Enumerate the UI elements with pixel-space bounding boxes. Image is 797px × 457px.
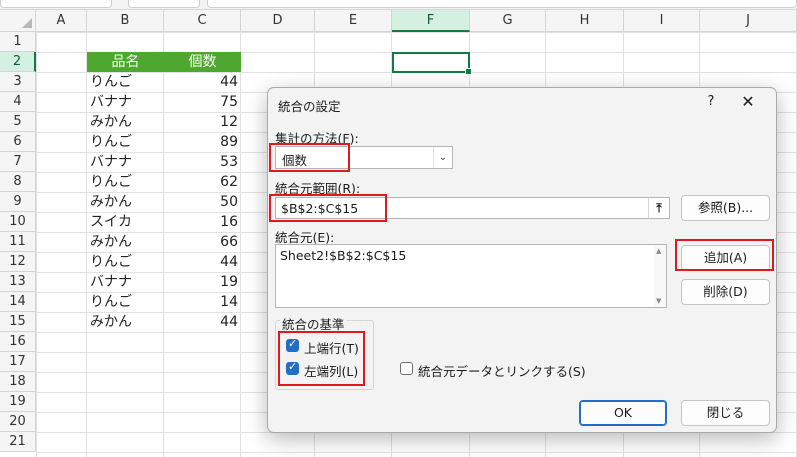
table-cell-count[interactable]: 19	[164, 272, 241, 292]
row-header-21[interactable]: 21	[0, 432, 36, 452]
row-header-7[interactable]: 7	[0, 152, 36, 172]
delete-button[interactable]: 削除(D)	[681, 279, 770, 305]
create-links-label[interactable]: 統合元データとリンクする(S)	[418, 361, 586, 380]
table-cell-count[interactable]: 16	[164, 212, 241, 232]
column-header-a[interactable]: A	[36, 10, 87, 32]
close-button[interactable]: 閉じる	[681, 400, 770, 426]
column-header-b[interactable]: B	[87, 10, 164, 32]
column-header-h[interactable]: H	[546, 10, 624, 32]
table-cell-count[interactable]: 75	[164, 92, 241, 112]
consolidate-dialog: 統合の設定 ? ✕ 集計の方法(F): 個数 ⌄ 統合元範囲(R): $B$2:…	[267, 87, 777, 433]
column-header-j[interactable]: J	[700, 10, 797, 32]
column-header-c[interactable]: C	[164, 10, 241, 32]
column-header-g[interactable]: G	[470, 10, 546, 32]
row-header-8[interactable]: 8	[0, 172, 36, 192]
row-header-4[interactable]: 4	[0, 92, 36, 112]
table-cell-name[interactable]: りんご	[87, 252, 164, 272]
column-header-d[interactable]: D	[241, 10, 315, 32]
table-cell-name[interactable]: みかん	[87, 232, 164, 252]
row-header-18[interactable]: 18	[0, 372, 36, 392]
table-cell-count[interactable]: 14	[164, 292, 241, 312]
row-header-1[interactable]: 1	[0, 32, 36, 52]
table-header-count[interactable]: 個数	[164, 52, 241, 72]
table-cell-count[interactable]: 62	[164, 172, 241, 192]
formula-input[interactable]	[207, 0, 797, 8]
table-cell-count[interactable]: 44	[164, 312, 241, 332]
column-header-i[interactable]: I	[624, 10, 700, 32]
column-header-f[interactable]: F	[392, 10, 470, 32]
row-header-13[interactable]: 13	[0, 272, 36, 292]
table-cell-count[interactable]: 66	[164, 232, 241, 252]
formula-bar-strip	[0, 0, 797, 10]
table-cell-count[interactable]: 89	[164, 132, 241, 152]
help-button[interactable]: ?	[702, 94, 720, 112]
row-header-19[interactable]: 19	[0, 392, 36, 412]
scroll-down-icon[interactable]: ▼	[656, 297, 661, 305]
list-item[interactable]: Sheet2!$B$2:$C$15	[280, 248, 406, 263]
row-header-9[interactable]: 9	[0, 192, 36, 212]
row-header-6[interactable]: 6	[0, 132, 36, 152]
row-header-2[interactable]: 2	[0, 52, 36, 72]
table-cell-count[interactable]: 12	[164, 112, 241, 132]
table-cell-name[interactable]: バナナ	[87, 152, 164, 172]
table-cell-name[interactable]: スイカ	[87, 212, 164, 232]
row-header-5[interactable]: 5	[0, 112, 36, 132]
row-header-20[interactable]: 20	[0, 412, 36, 432]
table-cell-name[interactable]: バナナ	[87, 272, 164, 292]
table-cell-count[interactable]: 50	[164, 192, 241, 212]
scrollbar[interactable]: ▲ ▼	[654, 245, 666, 307]
ok-button[interactable]: OK	[579, 400, 667, 426]
active-cell-f2[interactable]	[392, 52, 472, 75]
row-header-3[interactable]: 3	[0, 72, 36, 92]
table-cell-name[interactable]: りんご	[87, 132, 164, 152]
row-header-11[interactable]: 11	[0, 232, 36, 252]
browse-button[interactable]: 参照(B)...	[681, 195, 770, 221]
table-cell-name[interactable]: りんご	[87, 172, 164, 192]
highlight-labels	[278, 331, 365, 386]
highlight-function	[269, 143, 350, 172]
table-cell-name[interactable]: りんご	[87, 72, 164, 92]
function-buttons[interactable]	[128, 0, 200, 8]
table-cell-name[interactable]: りんご	[87, 292, 164, 312]
table-cell-name[interactable]: バナナ	[87, 92, 164, 112]
table-cell-name[interactable]: みかん	[87, 192, 164, 212]
table-cell-count[interactable]: 44	[164, 72, 241, 92]
row-header-16[interactable]: 16	[0, 332, 36, 352]
table-cell-count[interactable]: 44	[164, 252, 241, 272]
table-cell-name[interactable]: みかん	[87, 312, 164, 332]
table-cell-count[interactable]: 53	[164, 152, 241, 172]
row-header-15[interactable]: 15	[0, 312, 36, 332]
collapse-dialog-icon[interactable]: ⤒	[648, 198, 669, 218]
row-header-17[interactable]: 17	[0, 352, 36, 372]
row-header-12[interactable]: 12	[0, 252, 36, 272]
column-header-e[interactable]: E	[315, 10, 392, 32]
name-box[interactable]	[0, 0, 112, 8]
dialog-title: 統合の設定	[278, 99, 341, 114]
close-icon[interactable]: ✕	[738, 92, 758, 112]
row-header-10[interactable]: 10	[0, 212, 36, 232]
create-links-checkbox[interactable]	[400, 362, 413, 375]
highlight-add	[675, 239, 774, 271]
scroll-up-icon[interactable]: ▲	[656, 247, 661, 255]
select-all-corner[interactable]	[0, 10, 36, 32]
table-cell-name[interactable]: みかん	[87, 112, 164, 132]
row-header-14[interactable]: 14	[0, 292, 36, 312]
table-header-name[interactable]: 品名	[87, 52, 164, 72]
chevron-down-icon[interactable]: ⌄	[433, 147, 452, 168]
all-references-list[interactable]: Sheet2!$B$2:$C$15 ▲ ▼	[275, 244, 667, 308]
highlight-reference	[269, 194, 387, 222]
